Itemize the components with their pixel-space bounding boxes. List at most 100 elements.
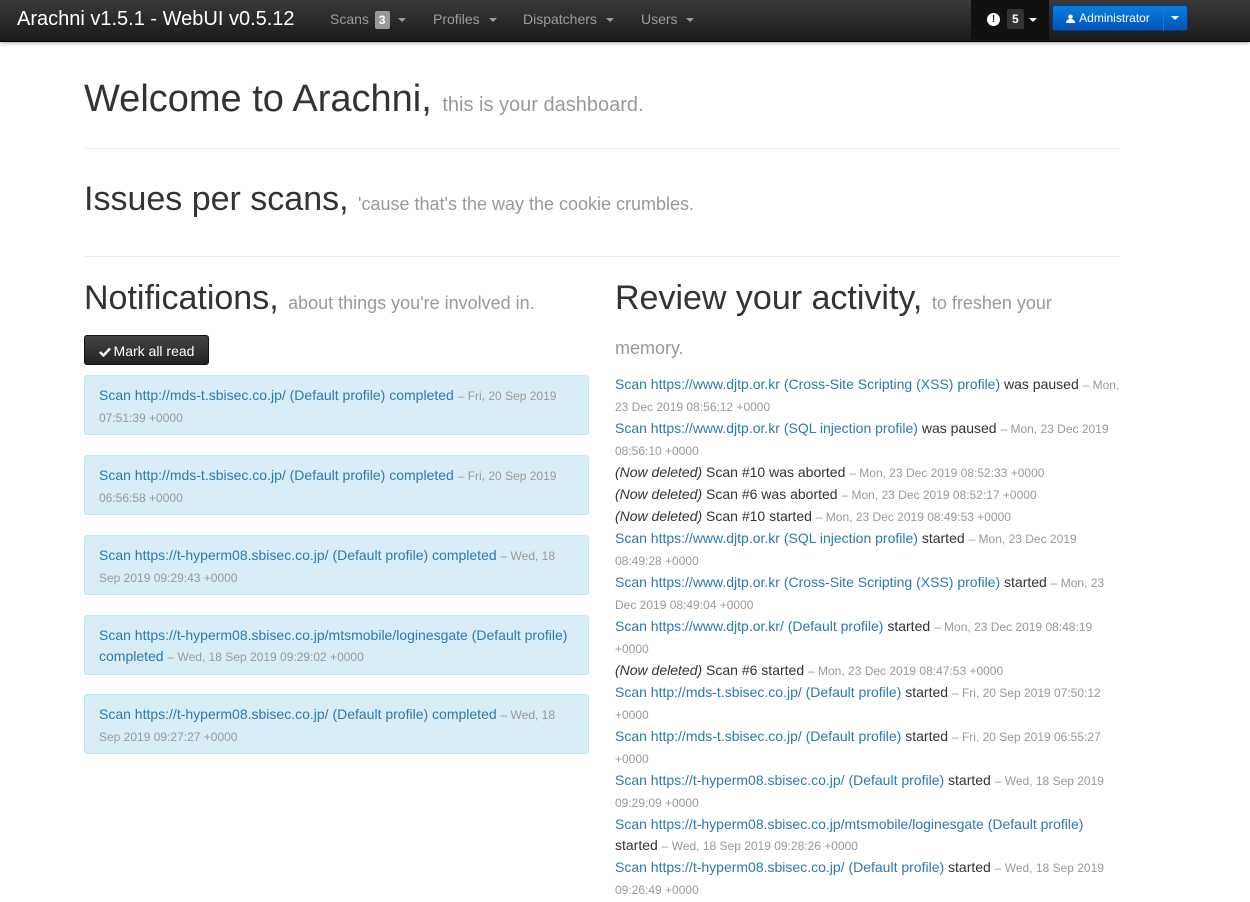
notification-status[interactable]: completed — [432, 547, 497, 563]
activity-item: Scan https://www.djtp.or.kr (Cross-Site … — [615, 572, 1120, 616]
activity-text: started — [887, 618, 931, 634]
activity-text: was paused — [1004, 376, 1079, 392]
notification-item: Scan http://mds-t.sbisec.co.jp/ (Default… — [84, 375, 589, 435]
notification-item: Scan https://t-hyperm08.sbisec.co.jp/mts… — [84, 615, 589, 675]
activity-item: (Now deleted) Scan #6 was aborted – Mon,… — [615, 484, 1120, 506]
activity-text: started — [1004, 574, 1047, 590]
activity-item: (Now deleted) Scan #10 started – Mon, 23… — [615, 506, 1120, 528]
nav-dispatchers-label: Dispatchers — [523, 11, 597, 27]
activity-item: Scan https://t-hyperm08.sbisec.co.jp/ (D… — [615, 770, 1120, 814]
activity-text: started — [921, 530, 965, 546]
activity-item: (Now deleted) Scan #6 started – Mon, 23 … — [615, 660, 1120, 682]
notification-status[interactable]: completed — [389, 387, 454, 403]
activity-link[interactable]: Scan https://t-hyperm08.sbisec.co.jp/ (D… — [615, 859, 944, 875]
notification-link[interactable]: Scan https://t-hyperm08.sbisec.co.jp/ (D… — [99, 706, 428, 722]
chevron-down-icon — [686, 18, 695, 23]
nav-profiles-label: Profiles — [433, 11, 480, 27]
nav-scans-label: Scans — [330, 11, 369, 27]
brand-link[interactable]: Arachni v1.5.1 - WebUI v0.5.12 — [17, 8, 295, 30]
administrator-label: Administrator — [1079, 11, 1150, 25]
notifications-dropdown[interactable]: ! 5 — [971, 0, 1049, 40]
activity-text: Scan #6 was aborted — [706, 486, 838, 502]
activity-link[interactable]: Scan http://mds-t.sbisec.co.jp/ (Default… — [615, 728, 901, 744]
check-icon — [98, 347, 111, 357]
activity-item: Scan https://www.djtp.or.kr/ (Default pr… — [615, 616, 1120, 660]
notifications-heading: Notifications, about things you're invol… — [84, 278, 535, 323]
notification-item: Scan https://t-hyperm08.sbisec.co.jp/ (D… — [84, 694, 589, 754]
notification-status[interactable]: completed — [389, 467, 454, 483]
issues-subtitle: 'cause that's the way the cookie crumble… — [358, 194, 695, 214]
activity-link[interactable]: Scan https://t-hyperm08.sbisec.co.jp/mts… — [615, 816, 1083, 832]
activity-link[interactable]: Scan https://t-hyperm08.sbisec.co.jp/ (D… — [615, 772, 944, 788]
activity-item: Scan https://www.djtp.or.kr (SQL injecti… — [615, 528, 1120, 572]
activity-text: started — [615, 837, 658, 853]
activity-link[interactable]: Scan https://www.djtp.or.kr (SQL injecti… — [615, 530, 918, 546]
deleted-marker: (Now deleted) — [615, 486, 703, 502]
activity-link[interactable]: Scan https://www.djtp.or.kr (Cross-Site … — [615, 574, 1000, 590]
activity-heading: Review your activity, to freshen your me… — [615, 278, 1085, 368]
divider — [84, 148, 1120, 149]
deleted-marker: (Now deleted) — [615, 508, 703, 524]
deleted-marker: (Now deleted) — [615, 464, 703, 480]
activity-item: Scan https://www.djtp.or.kr (Cross-Site … — [615, 374, 1120, 418]
chevron-down-icon — [488, 18, 497, 23]
chevron-down-icon — [1171, 16, 1179, 20]
nav-users-menu[interactable]: Users — [641, 11, 695, 28]
activity-text: started — [905, 728, 949, 744]
scans-count-badge: 3 — [374, 11, 390, 30]
activity-text: started — [948, 772, 991, 788]
activity-text: Scan #10 was aborted — [706, 464, 846, 480]
activity-text: Scan #10 started — [706, 508, 812, 524]
activity-text: started — [905, 684, 949, 700]
activity-item: Scan http://mds-t.sbisec.co.jp/ (Default… — [615, 726, 1120, 770]
activity-time: – Mon, 23 Dec 2019 08:52:33 +0000 — [849, 466, 1045, 480]
activity-time: – Mon, 23 Dec 2019 08:49:53 +0000 — [815, 510, 1011, 524]
activity-time: – Mon, 23 Dec 2019 08:52:17 +0000 — [841, 488, 1037, 502]
chevron-down-icon — [398, 18, 407, 23]
nav-scans-menu[interactable]: Scans 3 — [330, 11, 407, 30]
deleted-marker: (Now deleted) — [615, 662, 703, 678]
notification-link[interactable]: Scan http://mds-t.sbisec.co.jp/ (Default… — [99, 387, 385, 403]
administrator-button[interactable]: Administrator — [1052, 5, 1164, 31]
notification-time: – Wed, 18 Sep 2019 09:29:02 +0000 — [167, 650, 364, 664]
chevron-down-icon — [1029, 18, 1037, 22]
activity-link[interactable]: Scan https://www.djtp.or.kr (SQL injecti… — [615, 420, 918, 436]
notification-link[interactable]: Scan http://mds-t.sbisec.co.jp/ (Default… — [99, 467, 385, 483]
notification-status[interactable]: completed — [99, 648, 164, 664]
welcome-title: Welcome to Arachni, — [84, 78, 432, 120]
user-icon — [1066, 14, 1076, 23]
notification-item: Scan http://mds-t.sbisec.co.jp/ (Default… — [84, 455, 589, 515]
notifications-title: Notifications, — [84, 279, 279, 317]
activity-text: Scan #6 started — [706, 662, 805, 678]
activity-item: (Now deleted) Scan #10 was aborted – Mon… — [615, 462, 1120, 484]
top-navbar: Arachni v1.5.1 - WebUI v0.5.12 Scans 3 P… — [0, 0, 1250, 42]
mark-all-read-button[interactable]: Mark all read — [84, 335, 209, 365]
welcome-subtitle: this is your dashboard. — [442, 94, 644, 116]
notification-status[interactable]: completed — [432, 706, 497, 722]
exclamation-circle-icon: ! — [987, 13, 1000, 26]
activity-text: was paused — [921, 420, 997, 436]
notifications-count-badge: 5 — [1007, 9, 1024, 29]
nav-dispatchers-menu[interactable]: Dispatchers — [523, 11, 614, 28]
activity-link[interactable]: Scan http://mds-t.sbisec.co.jp/ (Default… — [615, 684, 901, 700]
activity-item: Scan https://t-hyperm08.sbisec.co.jp/ (D… — [615, 857, 1120, 901]
activity-time: – Mon, 23 Dec 2019 08:47:53 +0000 — [808, 664, 1004, 678]
welcome-heading: Welcome to Arachni, this is your dashboa… — [84, 77, 644, 127]
mark-all-read-label: Mark all read — [113, 343, 195, 359]
notification-link[interactable]: Scan https://t-hyperm08.sbisec.co.jp/mts… — [99, 627, 567, 643]
notification-item: Scan https://t-hyperm08.sbisec.co.jp/ (D… — [84, 535, 589, 595]
activity-item: Scan http://mds-t.sbisec.co.jp/ (Default… — [615, 682, 1120, 726]
activity-text: started — [948, 859, 991, 875]
activity-time: – Wed, 18 Sep 2019 09:28:26 +0000 — [661, 839, 858, 853]
chevron-down-icon — [605, 18, 614, 23]
nav-profiles-menu[interactable]: Profiles — [433, 11, 497, 28]
divider — [84, 256, 1120, 257]
activity-item: Scan https://t-hyperm08.sbisec.co.jp/mts… — [615, 814, 1120, 857]
activity-link[interactable]: Scan https://www.djtp.or.kr/ (Default pr… — [615, 618, 883, 634]
activity-link[interactable]: Scan https://www.djtp.or.kr (Cross-Site … — [615, 376, 1000, 392]
issues-heading: Issues per scans, 'cause that's the way … — [84, 179, 694, 224]
administrator-dropdown-toggle[interactable] — [1163, 5, 1188, 31]
nav-users-label: Users — [641, 11, 678, 27]
issues-title: Issues per scans, — [84, 180, 349, 218]
notification-link[interactable]: Scan https://t-hyperm08.sbisec.co.jp/ (D… — [99, 547, 428, 563]
